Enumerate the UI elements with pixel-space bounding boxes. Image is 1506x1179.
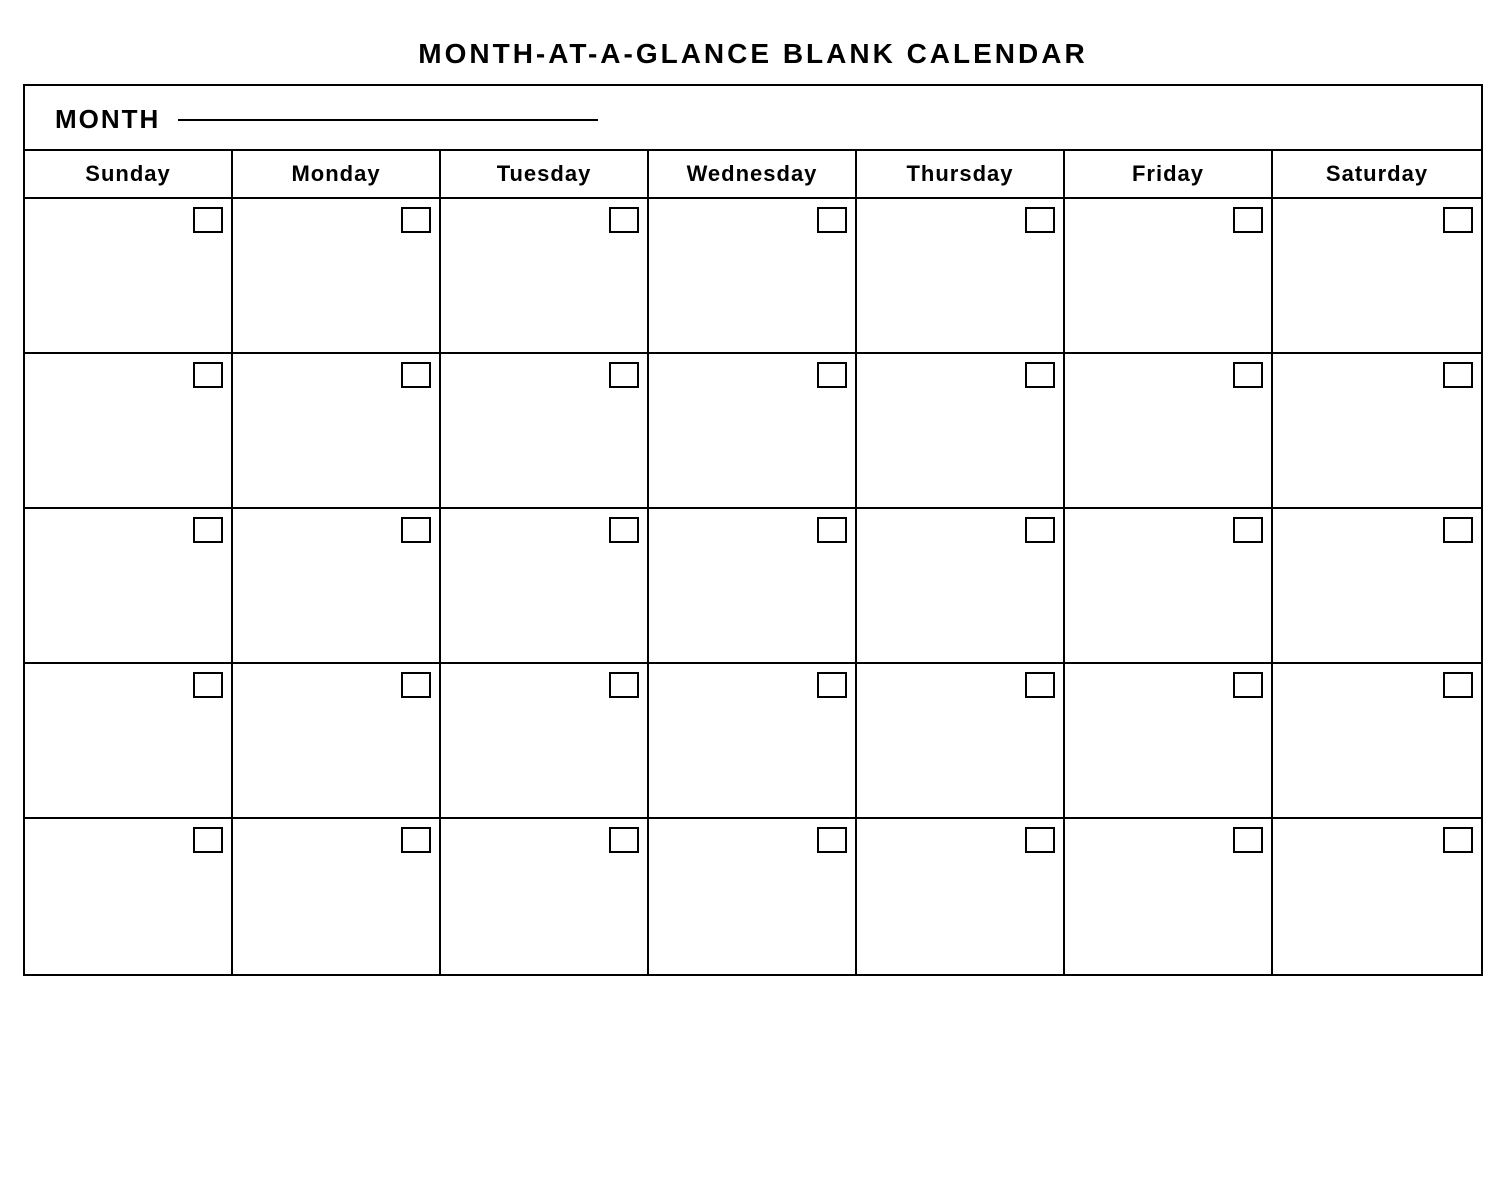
- calendar-cell-r0-c1[interactable]: [233, 199, 441, 354]
- calendar-cell-r3-c3[interactable]: [649, 664, 857, 819]
- day-header-wednesday: Wednesday: [649, 151, 857, 197]
- calendar-cell-r4-c5[interactable]: [1065, 819, 1273, 974]
- date-number-box: [193, 207, 223, 233]
- date-number-box: [609, 207, 639, 233]
- calendar-cell-r4-c6[interactable]: [1273, 819, 1481, 974]
- date-number-box: [401, 827, 431, 853]
- calendar-cell-r3-c6[interactable]: [1273, 664, 1481, 819]
- calendar-cell-r4-c4[interactable]: [857, 819, 1065, 974]
- date-number-box: [1443, 207, 1473, 233]
- date-number-box: [1025, 827, 1055, 853]
- date-number-box: [401, 517, 431, 543]
- calendar-cell-r1-c0[interactable]: [25, 354, 233, 509]
- calendar-cell-r1-c5[interactable]: [1065, 354, 1273, 509]
- calendar-cell-r2-c1[interactable]: [233, 509, 441, 664]
- calendar-cell-r1-c4[interactable]: [857, 354, 1065, 509]
- month-line: [178, 119, 598, 121]
- calendar-cell-r3-c0[interactable]: [25, 664, 233, 819]
- date-number-box: [1443, 672, 1473, 698]
- date-number-box: [401, 207, 431, 233]
- day-header-thursday: Thursday: [857, 151, 1065, 197]
- calendar-cell-r0-c5[interactable]: [1065, 199, 1273, 354]
- calendar-cell-r0-c0[interactable]: [25, 199, 233, 354]
- date-number-box: [1025, 672, 1055, 698]
- date-number-box: [817, 827, 847, 853]
- calendar-cell-r2-c3[interactable]: [649, 509, 857, 664]
- date-number-box: [1443, 827, 1473, 853]
- date-number-box: [1233, 672, 1263, 698]
- date-number-box: [1025, 362, 1055, 388]
- date-number-box: [1443, 517, 1473, 543]
- calendar-cell-r0-c4[interactable]: [857, 199, 1065, 354]
- calendar-cell-r3-c2[interactable]: [441, 664, 649, 819]
- calendar-cell-r0-c6[interactable]: [1273, 199, 1481, 354]
- day-header-tuesday: Tuesday: [441, 151, 649, 197]
- calendar-cell-r1-c3[interactable]: [649, 354, 857, 509]
- calendar-cell-r3-c5[interactable]: [1065, 664, 1273, 819]
- date-number-box: [1443, 362, 1473, 388]
- date-number-box: [193, 827, 223, 853]
- calendar-cell-r3-c1[interactable]: [233, 664, 441, 819]
- calendar-cell-r1-c2[interactable]: [441, 354, 649, 509]
- date-number-box: [817, 517, 847, 543]
- date-number-box: [401, 672, 431, 698]
- calendar-cell-r4-c3[interactable]: [649, 819, 857, 974]
- calendar-cell-r2-c2[interactable]: [441, 509, 649, 664]
- calendar-cell-r3-c4[interactable]: [857, 664, 1065, 819]
- date-number-box: [609, 517, 639, 543]
- calendar-cell-r2-c6[interactable]: [1273, 509, 1481, 664]
- date-number-box: [1233, 517, 1263, 543]
- page-title: MONTH-AT-A-GLANCE BLANK CALENDAR: [23, 20, 1483, 84]
- page-container: MONTH-AT-A-GLANCE BLANK CALENDAR MONTH S…: [23, 20, 1483, 976]
- calendar-cell-r0-c3[interactable]: [649, 199, 857, 354]
- calendar-cell-r2-c5[interactable]: [1065, 509, 1273, 664]
- calendar-cell-r1-c1[interactable]: [233, 354, 441, 509]
- day-header-monday: Monday: [233, 151, 441, 197]
- date-number-box: [193, 672, 223, 698]
- date-number-box: [1233, 827, 1263, 853]
- day-header-saturday: Saturday: [1273, 151, 1481, 197]
- calendar-cell-r0-c2[interactable]: [441, 199, 649, 354]
- calendar-cell-r2-c0[interactable]: [25, 509, 233, 664]
- date-number-box: [1233, 362, 1263, 388]
- date-number-box: [609, 672, 639, 698]
- date-number-box: [1025, 517, 1055, 543]
- calendar-cell-r1-c6[interactable]: [1273, 354, 1481, 509]
- month-row: MONTH: [25, 86, 1481, 151]
- day-header-friday: Friday: [1065, 151, 1273, 197]
- date-number-box: [817, 207, 847, 233]
- date-number-box: [193, 517, 223, 543]
- calendar-outer: MONTH Sunday Monday Tuesday Wednesday Th…: [23, 84, 1483, 976]
- date-number-box: [609, 362, 639, 388]
- calendar-cell-r4-c0[interactable]: [25, 819, 233, 974]
- calendar-cell-r2-c4[interactable]: [857, 509, 1065, 664]
- date-number-box: [609, 827, 639, 853]
- date-number-box: [193, 362, 223, 388]
- days-header: Sunday Monday Tuesday Wednesday Thursday…: [25, 151, 1481, 199]
- date-number-box: [817, 672, 847, 698]
- date-number-box: [1233, 207, 1263, 233]
- calendar-cell-r4-c2[interactable]: [441, 819, 649, 974]
- month-label: MONTH: [55, 104, 160, 135]
- date-number-box: [1025, 207, 1055, 233]
- day-header-sunday: Sunday: [25, 151, 233, 197]
- date-number-box: [817, 362, 847, 388]
- calendar-cell-r4-c1[interactable]: [233, 819, 441, 974]
- date-number-box: [401, 362, 431, 388]
- calendar-grid: [25, 199, 1481, 974]
